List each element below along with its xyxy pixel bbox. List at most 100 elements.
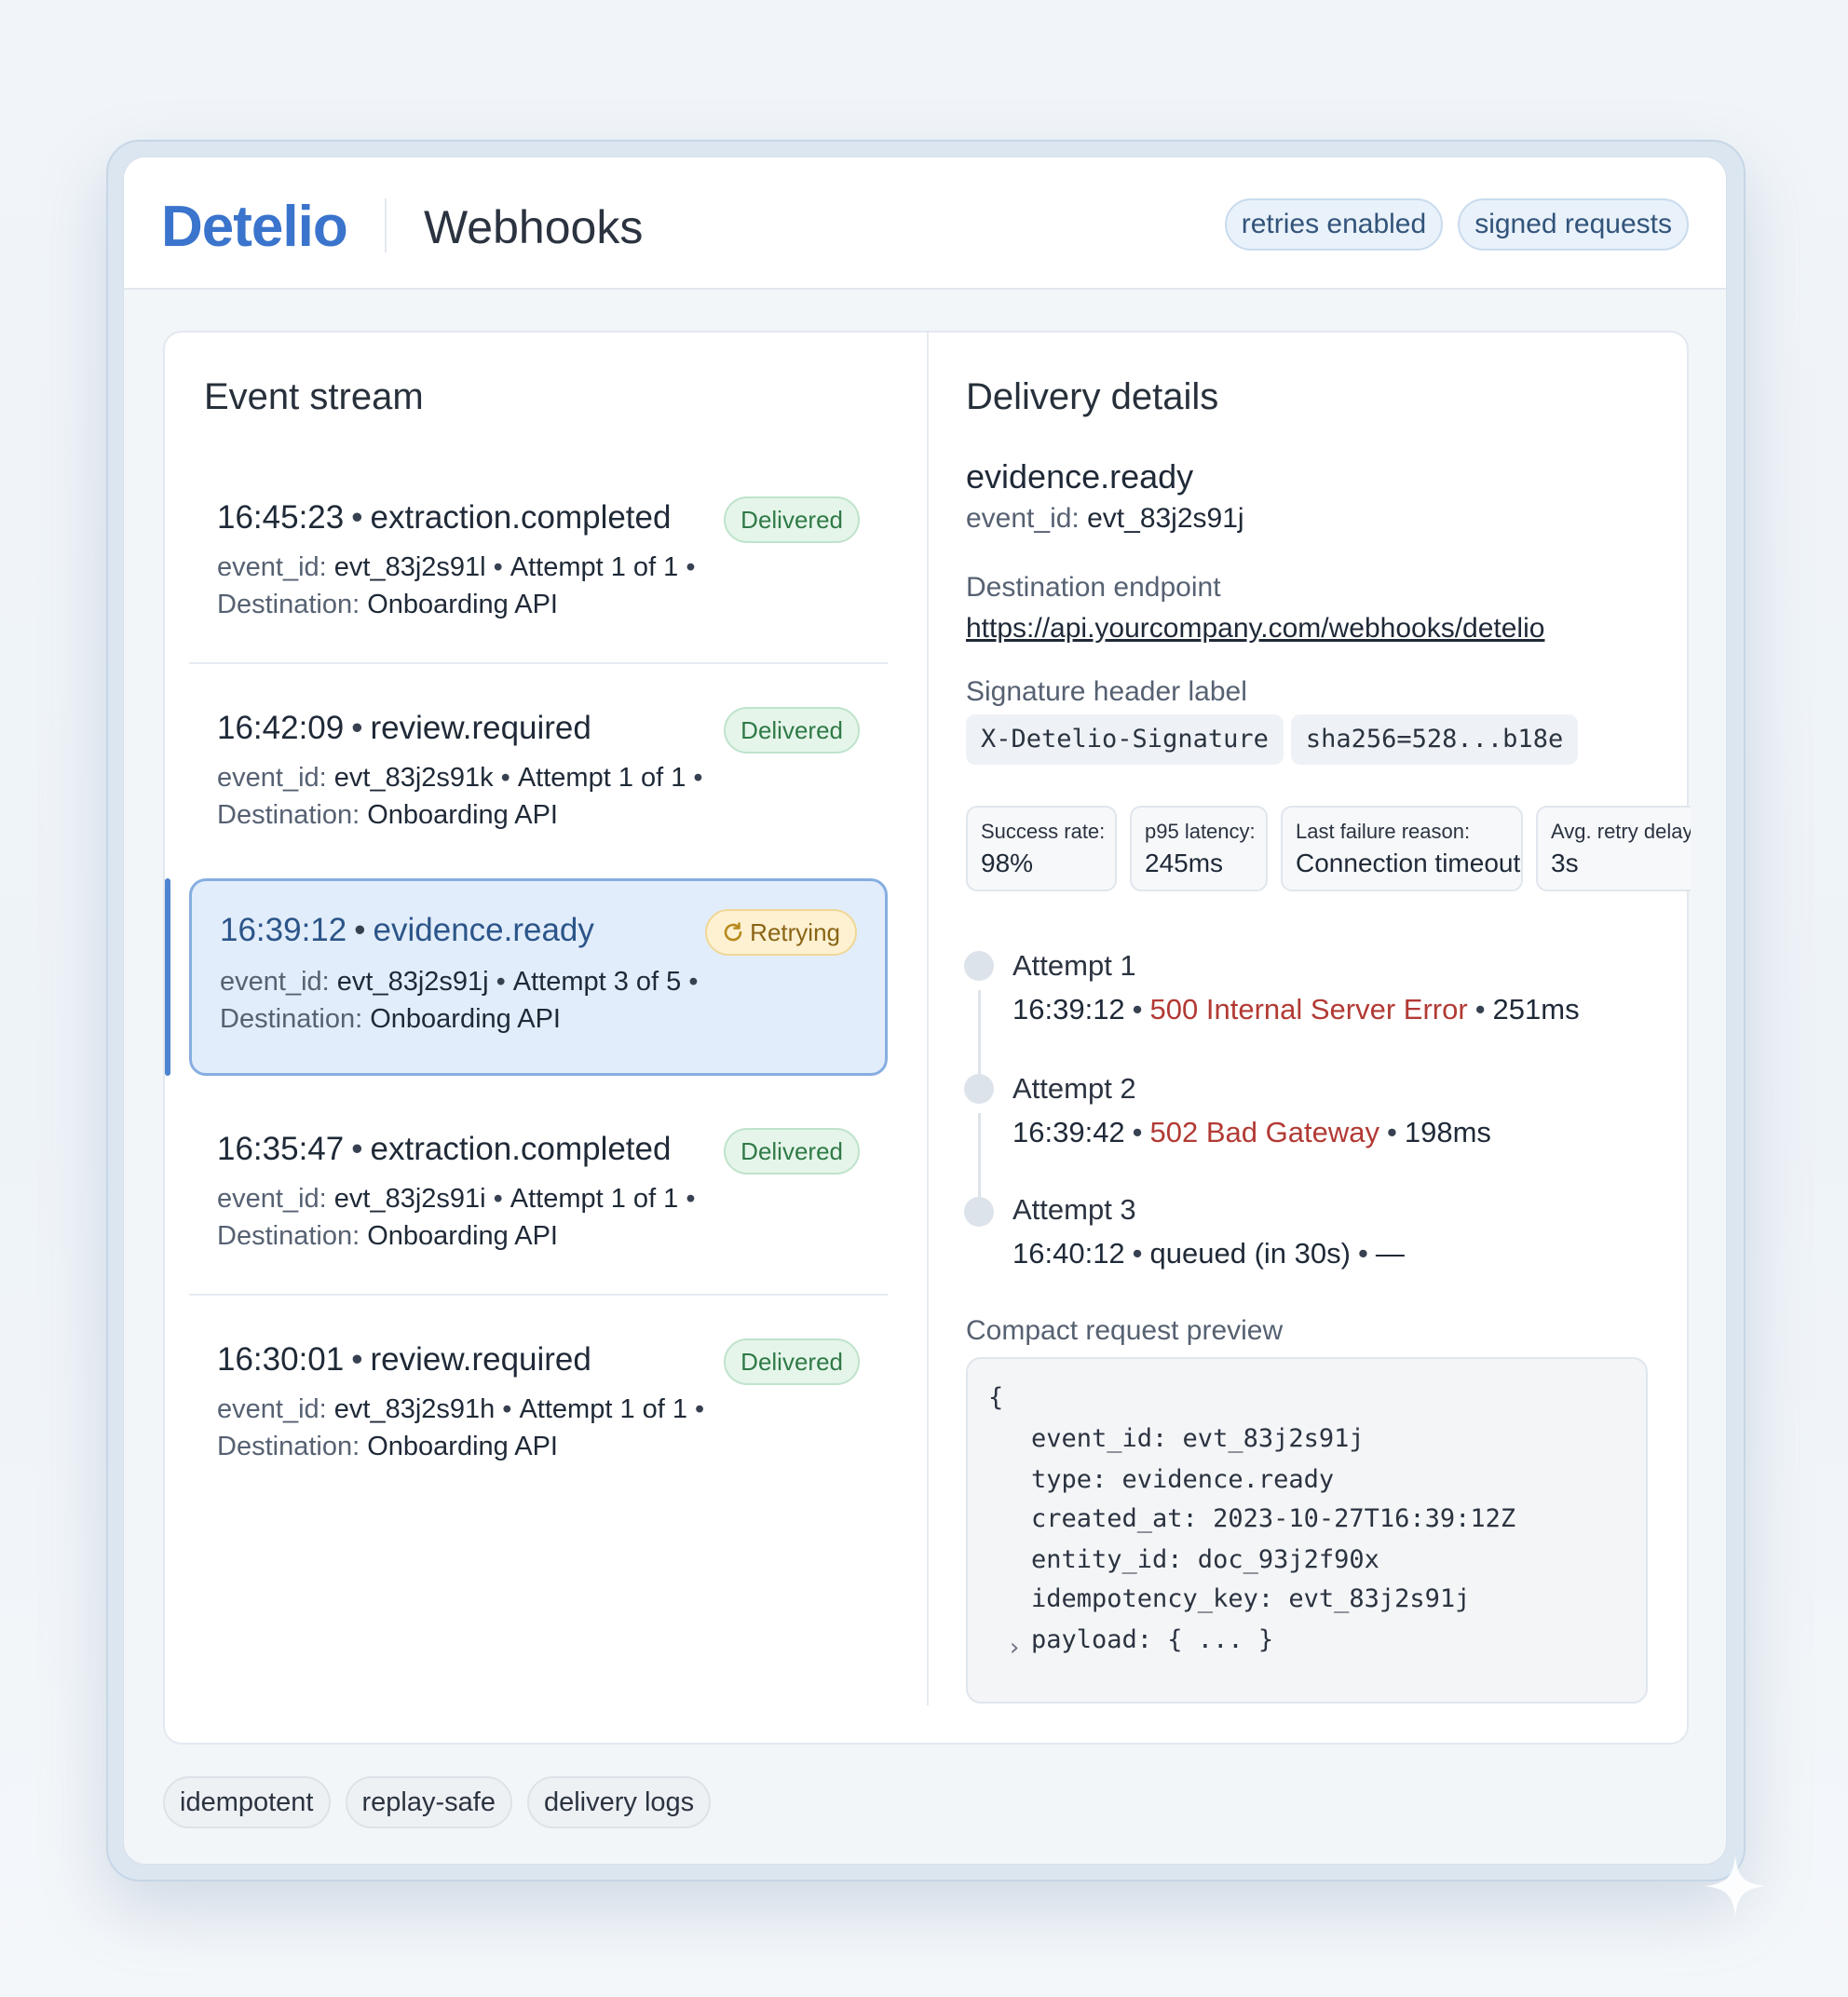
signature-value-chip[interactable]: sha256=528...b18e [1290, 714, 1579, 765]
event-type: review.required [370, 1341, 591, 1378]
attempt-time: 16:39:42 [1012, 1116, 1125, 1148]
attempt-time: 16:40:12 [1012, 1237, 1125, 1270]
event-headline: 16:45:23 • extraction.completed [217, 496, 671, 539]
event-type: extraction.completed [370, 499, 672, 536]
separator-dot: • [496, 967, 506, 997]
destination-value: Onboarding API [370, 1004, 561, 1034]
event-attempt: Attempt 1 of 1 [510, 1184, 679, 1214]
destination-label: Destination: [217, 800, 360, 830]
separator-dot: • [354, 912, 366, 948]
separator-dot: • [693, 763, 703, 793]
event-id: evt_83j2s91j [336, 967, 489, 997]
destination-label: Destination: [217, 590, 360, 619]
event-id: evt_83j2s91l [333, 552, 486, 582]
separator-dot: • [351, 499, 363, 536]
event-row[interactable]: 16:42:09 • review.required Delivered event… [189, 690, 888, 849]
destination-label: Destination: [217, 1221, 360, 1251]
event-meta: event_id: evt_83j2s91j • Attempt 3 of 5 • [220, 963, 705, 1000]
event-destination: Destination: Onboarding API [217, 1428, 558, 1465]
row-divider [189, 1294, 888, 1296]
event-id: evt_83j2s91h [333, 1394, 496, 1424]
page-title: Webhooks [424, 201, 644, 253]
brand-logo[interactable]: Detelio [161, 195, 348, 260]
destination-label: Destination: [217, 1432, 360, 1461]
separator-dot: • [493, 1184, 503, 1214]
attempt-detail: 16:39:12 • 500 Internal Server Error • 251ms [1012, 990, 1580, 1029]
separator-dot: • [502, 1394, 512, 1424]
app-header: Detelio Webhooks retries enabled signed … [124, 157, 1726, 290]
event-id: evt_83j2s91k [333, 763, 494, 793]
signature-label: Signature header label [966, 676, 1247, 707]
event-meta: event_id: evt_83j2s91l • Attempt 1 of 1 • [217, 549, 702, 586]
event-id-label: event_id: [217, 763, 327, 793]
header-chips: retries enabled signed requests [1224, 198, 1689, 251]
metric-value: 98% [981, 849, 1034, 877]
event-row[interactable]: 16:30:01 • review.required Delivered event… [189, 1322, 888, 1480]
timeline-connector [978, 990, 981, 1074]
detail-event-name: evidence.ready [966, 457, 1194, 496]
timeline-dot [964, 1197, 994, 1227]
separator-dot: • [688, 967, 699, 997]
code-line-collapsible[interactable]: payload: { ... } [1031, 1622, 1273, 1659]
chip-delivery-logs: delivery logs [526, 1776, 712, 1828]
attempt-duration: — [1375, 1237, 1405, 1270]
event-id-label: event_id: [217, 1184, 327, 1214]
metric-success-rate: Success rate: 98% [966, 806, 1117, 891]
preview-label: Compact request preview [966, 1315, 1284, 1346]
attempt-time: 16:39:12 [1012, 993, 1125, 1026]
metric-value: 3s [1551, 849, 1579, 877]
footer-chips: idempotent replay-safe delivery logs [163, 1776, 712, 1828]
code-line: type: evidence.ready [1031, 1465, 1335, 1494]
attempt-result-error: 500 Internal Server Error [1149, 993, 1468, 1026]
attempt-duration: 198ms [1404, 1116, 1491, 1148]
delivery-details-title: Delivery details [966, 376, 1219, 417]
event-headline: 16:42:09 • review.required [217, 707, 591, 750]
metric-label: Avg. retry delay [1551, 820, 1691, 843]
separator-dot: • [1132, 1237, 1143, 1270]
metric-label: Success rate: [981, 820, 1106, 843]
separator-dot: • [695, 1394, 705, 1424]
separator-dot: • [500, 763, 510, 793]
timeline-dot [964, 951, 994, 981]
event-id-label: event_id: [217, 1394, 327, 1424]
event-time: 16:42:09 [217, 710, 345, 746]
endpoint-url-link[interactable]: https://api.yourcompany.com/webhooks/det… [966, 610, 1544, 647]
event-destination: Destination: Onboarding API [217, 796, 558, 834]
signature-header-chip[interactable]: X-Detelio-Signature [966, 714, 1284, 765]
metric-value: Connection timeout [1296, 849, 1521, 877]
event-meta: event_id: evt_83j2s91i • Attempt 1 of 1 • [217, 1180, 702, 1217]
event-row[interactable]: 16:35:47 • extraction.completed Delivered … [189, 1111, 888, 1270]
attempt-result-error: 502 Bad Gateway [1149, 1116, 1379, 1148]
destination-label: Destination: [220, 1004, 363, 1034]
row-divider [189, 662, 888, 664]
destination-value: Onboarding API [367, 1432, 558, 1461]
event-attempt: Attempt 1 of 1 [519, 1394, 687, 1424]
event-row[interactable]: 16:45:23 • extraction.completed Delivered … [189, 480, 888, 638]
refresh-icon [724, 922, 742, 942]
main-card: Event stream 16:45:23 • extraction.complet… [163, 331, 1691, 1745]
separator-dot: • [1386, 1116, 1397, 1148]
event-id-label: event_id: [217, 552, 327, 582]
event-type: evidence.ready [373, 912, 594, 948]
detail-event-id: event_id: evt_83j2s91j [966, 500, 1244, 537]
event-attempt: Attempt 3 of 5 [512, 967, 682, 997]
metrics-row: Success rate: 98% p95 latency: 245ms Las… [966, 806, 1691, 895]
app-window: Detelio Webhooks retries enabled signed … [123, 156, 1727, 1865]
attempt-title: Attempt 2 [1012, 1072, 1136, 1105]
endpoint-label: Destination endpoint [966, 572, 1221, 603]
separator-dot: • [1132, 1116, 1143, 1148]
event-meta: event_id: evt_83j2s91k • Attempt 1 of 1 • [217, 759, 711, 796]
attempt-duration: 251ms [1492, 993, 1580, 1026]
separator-dot: • [351, 1131, 363, 1167]
separator-dot: • [686, 552, 696, 582]
event-row-selected[interactable]: 16:39:12 • evidence.ready Retrying event_i… [189, 878, 888, 1076]
event-attempt: Attempt 1 of 1 [517, 763, 686, 793]
attempt-title: Attempt 3 [1012, 1193, 1136, 1226]
code-line: event_id: evt_83j2s91j [1031, 1424, 1365, 1453]
event-headline: 16:35:47 • extraction.completed [217, 1128, 671, 1171]
event-meta: event_id: evt_83j2s91h • Attempt 1 of 1 • [217, 1391, 712, 1428]
event-attempt: Attempt 1 of 1 [510, 552, 679, 582]
chevron-right-icon[interactable]: › [1007, 1629, 1022, 1666]
signature-chips: X-Detelio-Signature sha256=528...b18e [966, 714, 1579, 765]
code-line: created_at: 2023-10-27T16:39:12Z [1031, 1504, 1516, 1533]
